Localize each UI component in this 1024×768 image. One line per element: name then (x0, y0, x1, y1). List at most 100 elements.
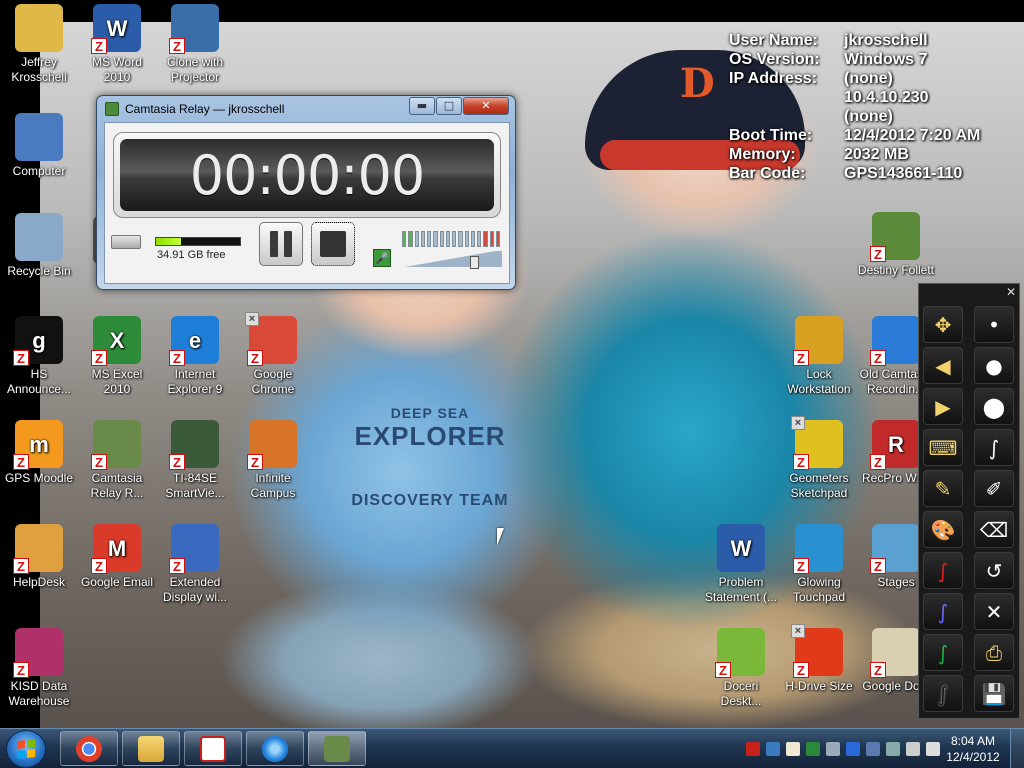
eraser-icon[interactable]: ⌫ (974, 511, 1014, 548)
pause-button[interactable] (259, 222, 303, 266)
desktop-icon[interactable]: Z Clone with Projector (156, 4, 234, 85)
pen-blue-icon[interactable]: ∫ (923, 593, 963, 630)
brush-icon[interactable]: ✐ (974, 470, 1014, 507)
security-tray-icon[interactable] (806, 742, 820, 756)
pen-toolbar-close-icon[interactable]: ✕ (1006, 286, 1016, 298)
desktop-icon[interactable]: Z Camtasia Relay R... (78, 420, 156, 501)
z-badge-icon: Z (793, 558, 809, 574)
camtasia-relay-window[interactable]: Camtasia Relay — jkrosschell ▬ □ ✕ 00:00… (96, 95, 516, 290)
clear-icon[interactable]: ✕ (974, 593, 1014, 630)
taskbar-ie[interactable] (246, 731, 304, 766)
printer-icon[interactable]: ⎙ (974, 634, 1014, 671)
desktop-icon[interactable]: Z Doceri Deskt... (702, 628, 780, 709)
sysinfo-row: Boot Time: 12/4/2012 7:20 AM (729, 126, 1009, 145)
pen-red-icon[interactable]: ∫ (923, 552, 963, 589)
desktop-icon[interactable]: Jeffrey Krosschell (0, 4, 78, 85)
monitor-tray-icon[interactable] (886, 742, 900, 756)
z-badge-icon: Z (13, 558, 29, 574)
icon-glyph-letter: m (29, 431, 49, 457)
pause-icon (270, 231, 278, 257)
wifi-tray-icon[interactable] (906, 742, 920, 756)
meter-segment (433, 231, 438, 247)
desktop-icon[interactable]: Z HelpDesk (0, 524, 78, 590)
desktop-icon[interactable]: e Z Internet Explorer 9 (156, 316, 234, 397)
z-badge-icon: Z (169, 350, 185, 366)
desktop-icon-label: Lock Workstation (787, 367, 851, 396)
desktop-icon[interactable]: Z Extended Display wi... (156, 524, 234, 605)
shirt-line-3: DISCOVERY TEAM (351, 492, 509, 509)
minimize-button[interactable]: ▬ (409, 97, 435, 115)
desktop-icon-label: Extended Display wi... (162, 575, 227, 604)
shirt-line-2: EXPLORER (354, 421, 506, 451)
desktop-icon[interactable]: g Z HS Announce... (0, 316, 78, 397)
shield-tray-icon[interactable] (866, 742, 880, 756)
x-badge-icon: × (245, 312, 259, 326)
maximize-button[interactable]: □ (436, 97, 462, 115)
arrow-left-icon[interactable]: ◀ (923, 347, 963, 384)
sysinfo-key: IP Address: (729, 70, 818, 87)
desktop-icon[interactable]: Z × Geometers Sketchpad (780, 416, 858, 501)
desktop-icon[interactable]: Z KISD Data Warehouse (0, 628, 78, 709)
power-tray-icon[interactable] (826, 742, 840, 756)
desktop-icon[interactable]: Z × Google Chrome (234, 312, 312, 397)
desktop-icon[interactable]: Z Infinite Campus (234, 420, 312, 501)
z-badge-icon: Z (13, 350, 29, 366)
volume-slider-thumb[interactable] (470, 256, 479, 269)
taskbar-clock[interactable]: 8:04 AM 12/4/2012 (940, 733, 1006, 765)
close-button[interactable]: ✕ (463, 97, 509, 115)
desktop-icon[interactable]: Z Lock Workstation (780, 316, 858, 397)
taskbar-pdf[interactable] (184, 731, 242, 766)
desktop-icon[interactable]: m Z GPS Moodle (0, 420, 78, 486)
show-desktop-button[interactable] (1010, 729, 1024, 768)
bluetooth-tray-icon[interactable] (846, 742, 860, 756)
desktop-icon[interactable]: Z × H-Drive Size (780, 624, 858, 694)
palette-icon[interactable]: 🎨 (923, 511, 963, 548)
desktop-icon[interactable]: Computer (0, 113, 78, 179)
pen-white-icon[interactable]: ∫ (974, 429, 1014, 466)
meter-segment (427, 231, 432, 247)
timer-text: 00:00:00 (189, 143, 426, 207)
stop-button[interactable] (311, 222, 355, 266)
system-info-overlay: User Name: jkrosschell OS Version: Windows … (729, 31, 1009, 183)
meter-segment (402, 231, 407, 247)
save-icon[interactable]: 💾 (974, 675, 1014, 712)
desktop-icon[interactable]: M Z Google Email (78, 524, 156, 590)
volume-slider-track[interactable] (402, 251, 502, 267)
desktop-icon[interactable]: Z Destiny Follett (857, 212, 935, 278)
desktop-icon[interactable]: Z Glowing Touchpad (780, 524, 858, 605)
meter-segment (439, 231, 444, 247)
pen-black-icon[interactable]: ∫ (923, 675, 963, 712)
z-badge-icon: Z (91, 558, 107, 574)
select-tool-icon[interactable]: ✥ (923, 306, 963, 343)
desktop-icon-label: Jeffrey Krosschell (11, 55, 67, 84)
desktop-icon[interactable]: X Z MS Excel 2010 (78, 316, 156, 397)
meter-segment (414, 231, 419, 247)
desktop-icon[interactable]: W Z MS Word 2010 (78, 4, 156, 85)
adobe-tray-icon[interactable] (746, 742, 760, 756)
taskbar-explorer[interactable] (122, 731, 180, 766)
dot-small-icon[interactable]: • (974, 306, 1014, 343)
arrow-right-icon[interactable]: ▶ (923, 388, 963, 425)
keyboard-icon[interactable]: ⌨ (923, 429, 963, 466)
desktop-icon[interactable]: Recycle Bin (0, 213, 78, 279)
undo-icon[interactable]: ↺ (974, 552, 1014, 589)
pen-cursor-icon[interactable]: ✎ (923, 470, 963, 507)
taskbar-chrome[interactable] (60, 731, 118, 766)
recycle-bin-icon (15, 213, 63, 261)
sysinfo-value: Windows 7 (844, 51, 928, 68)
pen-green-icon[interactable]: ∫ (923, 634, 963, 671)
desktop-icon-label: Destiny Follett (857, 263, 935, 277)
start-button[interactable] (6, 730, 46, 768)
desktop-icon[interactable]: W Problem Statement (... (702, 524, 780, 605)
dot-medium-icon[interactable]: ● (974, 347, 1014, 384)
dot-large-icon[interactable]: ⬤ (974, 388, 1014, 425)
taskbar-camtasia[interactable] (308, 731, 366, 766)
flag-tray-icon[interactable] (786, 742, 800, 756)
microphone-icon[interactable]: 🎤 (373, 249, 391, 267)
desktop-icon-label: Doceri Deskt... (720, 679, 762, 708)
z-badge-icon: Z (91, 454, 107, 470)
desktop-icon-label: TI-84SE SmartVie... (165, 471, 225, 500)
network-tray-icon[interactable] (766, 742, 780, 756)
volume-tray-icon[interactable] (926, 742, 940, 756)
desktop-icon[interactable]: Z TI-84SE SmartVie... (156, 420, 234, 501)
